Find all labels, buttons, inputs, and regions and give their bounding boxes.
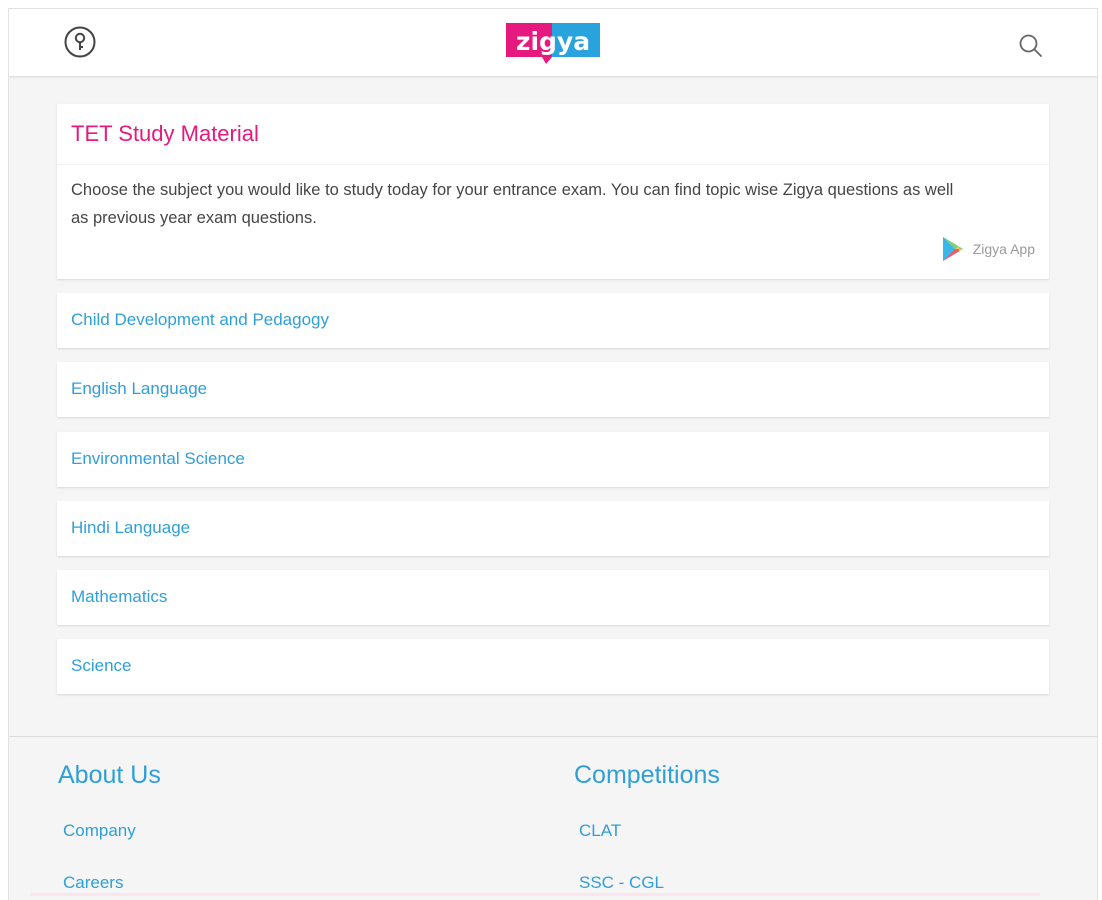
footer-link-clat[interactable]: CLAT — [579, 821, 621, 841]
subject-label: Child Development and Pedagogy — [71, 310, 330, 329]
search-icon — [1019, 34, 1042, 57]
footer-link-company[interactable]: Company — [63, 821, 136, 841]
intro-card: TET Study Material Choose the subject yo… — [57, 104, 1049, 279]
page-frame: zigya TET Study Material Choose the subj… — [8, 8, 1098, 900]
footer-about-heading: About Us — [58, 761, 161, 789]
app-link-label: Zigya App — [972, 241, 1035, 257]
subject-item[interactable]: Environmental Science — [57, 432, 1049, 487]
footer-competitions-heading: Competitions — [574, 761, 720, 789]
footer-divider — [9, 736, 1097, 737]
subject-item[interactable]: Hindi Language — [57, 501, 1049, 556]
subject-label: Hindi Language — [71, 518, 191, 537]
zigya-logo[interactable]: zigya — [506, 21, 602, 67]
footer-about-section: About Us Company Careers — [58, 761, 161, 892]
play-store-icon — [942, 237, 963, 261]
subject-item[interactable]: Mathematics — [57, 570, 1049, 625]
footer-competitions-section: Competitions CLAT SSC - CGL — [574, 761, 720, 892]
bottom-accent-strip — [30, 893, 1040, 896]
subject-label: Mathematics — [71, 587, 168, 606]
help-button[interactable] — [63, 25, 97, 59]
intro-description: Choose the subject you would like to stu… — [71, 181, 954, 227]
intro-divider — [57, 164, 1049, 165]
search-button[interactable] — [1017, 32, 1045, 60]
subject-item[interactable]: Child Development and Pedagogy — [57, 293, 1049, 348]
footer-link-careers[interactable]: Careers — [63, 873, 123, 893]
zigya-app-link[interactable]: Zigya App — [941, 236, 1035, 262]
logo-text: zigya — [516, 27, 590, 56]
subject-label: English Language — [71, 379, 208, 398]
subject-label: Science — [71, 656, 132, 675]
help-circle-icon — [64, 26, 96, 58]
footer-link-ssc-cgl[interactable]: SSC - CGL — [579, 873, 664, 893]
page-title: TET Study Material — [71, 121, 259, 146]
top-header: zigya — [9, 9, 1097, 77]
subject-item[interactable]: English Language — [57, 362, 1049, 417]
subject-item[interactable]: Science — [57, 639, 1049, 694]
subject-label: Environmental Science — [71, 449, 245, 468]
